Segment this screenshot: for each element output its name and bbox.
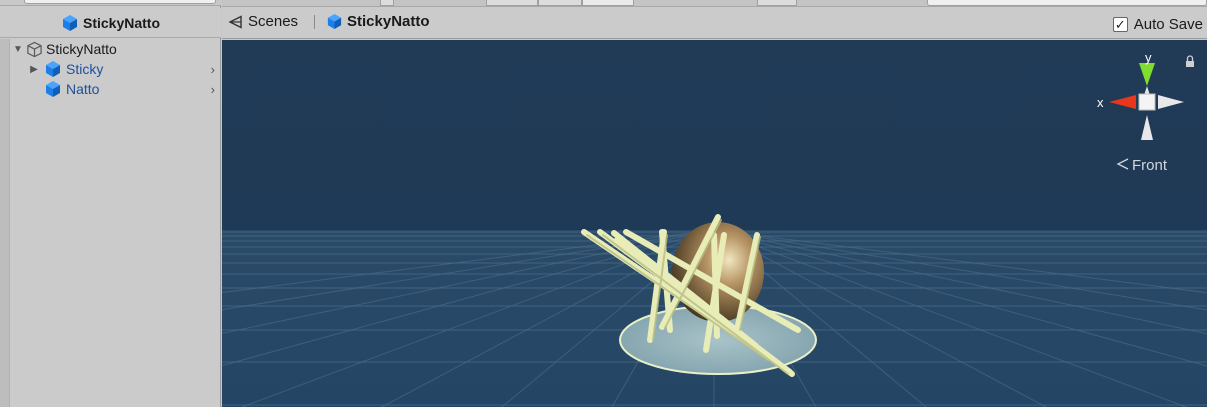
toolbar-segment[interactable] bbox=[582, 0, 634, 6]
hierarchy-item-stickynatto-root[interactable]: ▼ StickyNatto bbox=[12, 39, 220, 59]
hierarchy-search-field[interactable] bbox=[24, 0, 216, 4]
chevron-right-icon[interactable]: › bbox=[211, 62, 215, 77]
auto-save-toggle[interactable]: ✓ Auto Save bbox=[1112, 16, 1203, 33]
hierarchy-title: StickyNatto bbox=[82, 14, 161, 31]
hierarchy-item-label: StickyNatto bbox=[46, 41, 117, 57]
expand-arrow-down-icon[interactable]: ▼ bbox=[12, 43, 24, 55]
toolbar-segment[interactable] bbox=[380, 0, 394, 6]
toolbar-segment[interactable] bbox=[538, 0, 582, 6]
hierarchy-item-label: Natto bbox=[66, 81, 100, 97]
breadcrumb-current-scene[interactable]: StickyNatto bbox=[326, 13, 430, 30]
hierarchy-panel: StickyNatto ▼ StickyNatto ▶ Sticky › Nat… bbox=[0, 0, 221, 407]
prefab-cube-icon bbox=[62, 14, 77, 31]
hierarchy-header[interactable]: StickyNatto bbox=[0, 8, 221, 38]
gizmo-center-cube[interactable] bbox=[1138, 93, 1156, 111]
scene-viewport[interactable]: y x Front bbox=[222, 40, 1207, 407]
breadcrumb-scenes-label: Scenes bbox=[248, 13, 299, 30]
expand-arrow-right-icon[interactable]: ▶ bbox=[28, 63, 40, 75]
hierarchy-item-label: Sticky bbox=[66, 61, 104, 77]
toolbar-segment[interactable] bbox=[757, 0, 797, 6]
breadcrumb-separator bbox=[314, 15, 315, 29]
hierarchy-item-sticky[interactable]: ▶ Sticky › bbox=[28, 59, 220, 79]
toolbar-segment[interactable] bbox=[486, 0, 538, 6]
prefab-cube-icon bbox=[46, 81, 60, 97]
chevron-right-icon[interactable]: › bbox=[211, 82, 215, 97]
prefab-cube-icon bbox=[46, 61, 60, 77]
scene-header-bar: Scenes StickyNatto ✓ Auto Save bbox=[222, 0, 1207, 39]
breadcrumb-current-scene-label: StickyNatto bbox=[347, 13, 430, 30]
hierarchy-item-natto[interactable]: Natto › bbox=[44, 79, 220, 99]
hierarchy-search-strip bbox=[0, 0, 221, 6]
hierarchy-gutter bbox=[0, 39, 10, 407]
auto-save-checkbox[interactable]: ✓ bbox=[1112, 17, 1128, 32]
scene-search-field[interactable] bbox=[927, 0, 1207, 6]
gameobject-cube-outline-icon bbox=[27, 41, 42, 57]
scene-toolbar-strip bbox=[222, 0, 1207, 7]
gizmo-x-label: x bbox=[1097, 95, 1104, 110]
auto-save-label: Auto Save bbox=[1133, 16, 1203, 33]
breadcrumb-scenes[interactable]: Scenes bbox=[228, 13, 298, 30]
unity-scenes-icon bbox=[228, 14, 242, 29]
gizmo-view-label: Front bbox=[1132, 157, 1168, 174]
gizmo-y-label: y bbox=[1145, 50, 1152, 65]
prefab-cube-icon bbox=[327, 13, 342, 30]
scene-render: y x Front bbox=[222, 40, 1207, 407]
